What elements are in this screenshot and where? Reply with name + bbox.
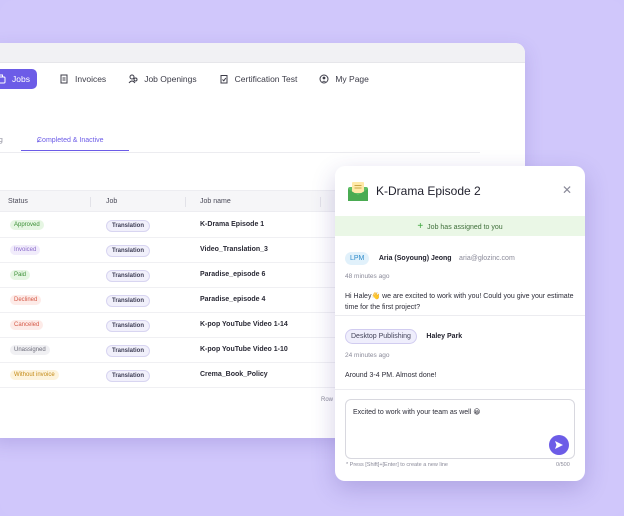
message-time: 48 minutes ago — [345, 273, 390, 280]
job-name: K-Drama Episode 1 — [200, 221, 265, 228]
input-hint: * Press [Shift]+[Enter] to create a new … — [346, 462, 448, 468]
role-tag: LPM — [345, 252, 370, 265]
invoice-icon — [60, 74, 68, 84]
chat-message: Desktop Publishing Haley Park 24 minutes… — [345, 325, 577, 381]
job-badge: Translation — [106, 220, 151, 232]
nav-label: Jobs — [12, 74, 30, 84]
tab-label: Completed & Inactive — [37, 137, 104, 144]
nav-label: Certification Test — [234, 74, 298, 84]
status-badge: Paid — [10, 270, 31, 280]
nav-item-job-openings[interactable]: Job Openings — [128, 69, 197, 89]
send-button[interactable] — [549, 435, 569, 455]
envelope-icon — [348, 182, 368, 201]
job-badge: Translation — [106, 345, 151, 357]
job-name: Paradise_episode 6 — [200, 271, 266, 278]
column-divider — [185, 197, 186, 207]
message-time: 24 minutes ago — [345, 352, 390, 359]
job-chat-panel: K-Drama Episode 2 ✕ + Job has assigned to… — [335, 166, 585, 481]
send-icon — [555, 441, 563, 449]
plus-icon: + — [417, 221, 424, 232]
message-input-value[interactable]: Excited to work with your team as well 😀 — [353, 408, 481, 416]
nav-item-certification-test[interactable]: Certification Test — [219, 69, 298, 89]
nav-item-my-page[interactable]: My Page — [319, 69, 369, 89]
status-badge: Declined — [10, 295, 42, 305]
column-header-job-name: Job name — [200, 198, 231, 205]
status-badge: Unassigned — [10, 345, 50, 355]
people-icon — [128, 74, 138, 84]
nav-label: My Page — [335, 74, 369, 84]
status-badge: Approved — [10, 220, 44, 230]
job-name: K-pop YouTube Video 1-10 — [200, 346, 288, 353]
character-counter: 0/500 — [556, 462, 570, 468]
assignment-banner: + Job has assigned to you — [335, 216, 585, 236]
status-badge: Canceled — [10, 320, 44, 330]
column-header-job: Job — [106, 198, 118, 205]
check-icon: ✓ — [36, 138, 42, 145]
message-divider — [335, 315, 585, 316]
rows-per-page-label: Row — [321, 397, 334, 403]
chat-message: LPM Aria (Soyoung) Jeong aria@glozinc.co… — [345, 247, 577, 313]
status-badge: Without invoice — [10, 370, 59, 380]
column-header-status: Status — [8, 198, 28, 205]
message-text: Hi Haley👋 we are excited to work with yo… — [345, 293, 574, 311]
user-icon — [319, 74, 329, 84]
column-divider — [320, 197, 321, 207]
briefcase-icon — [0, 74, 6, 84]
job-name: Video_Translation_3 — [200, 246, 268, 253]
sender-email: aria@glozinc.com — [459, 255, 515, 262]
nav-item-invoices[interactable]: Invoices — [59, 69, 106, 89]
sender-name: Haley Park — [426, 333, 463, 340]
clipboard-icon — [220, 75, 228, 84]
nav-label: Job Openings — [144, 74, 197, 84]
close-icon[interactable]: ✕ — [562, 183, 572, 197]
message-input[interactable]: Excited to work with your team as well 😀 — [345, 399, 575, 459]
tab-ongoing[interactable]: ng — [0, 137, 3, 144]
assignment-label: Job has assigned to you — [427, 224, 503, 231]
tab-completed-inactive[interactable]: ✓ Completed & Inactive — [21, 137, 129, 151]
job-badge: Translation — [106, 270, 151, 282]
role-tag: Desktop Publishing — [345, 329, 417, 344]
panel-header: K-Drama Episode 2 ✕ — [335, 166, 585, 216]
column-divider — [90, 197, 91, 207]
nav-label: Invoices — [75, 74, 107, 84]
top-nav: Jobs Invoices Job Openings Certification… — [0, 68, 391, 90]
composer-divider — [335, 389, 585, 390]
panel-title: K-Drama Episode 2 — [376, 184, 481, 198]
job-name: Paradise_episode 4 — [200, 296, 266, 303]
assignment-text: + Job has assigned to you — [417, 221, 503, 232]
job-badge: Translation — [106, 370, 151, 382]
job-name: K-pop YouTube Video 1-14 — [200, 321, 288, 328]
job-name: Crema_Book_Policy — [200, 371, 268, 378]
window-titlebar — [0, 43, 525, 63]
job-badge: Translation — [106, 295, 151, 307]
tab-bar: ng ✓ Completed & Inactive — [0, 133, 480, 153]
status-badge: Invoiced — [10, 245, 41, 255]
sender-name: Aria (Soyoung) Jeong — [378, 255, 452, 262]
nav-item-jobs[interactable]: Jobs — [0, 69, 37, 89]
job-badge: Translation — [106, 320, 151, 332]
message-text: Around 3-4 PM. Almost done! — [345, 372, 437, 379]
job-badge: Translation — [106, 245, 151, 257]
